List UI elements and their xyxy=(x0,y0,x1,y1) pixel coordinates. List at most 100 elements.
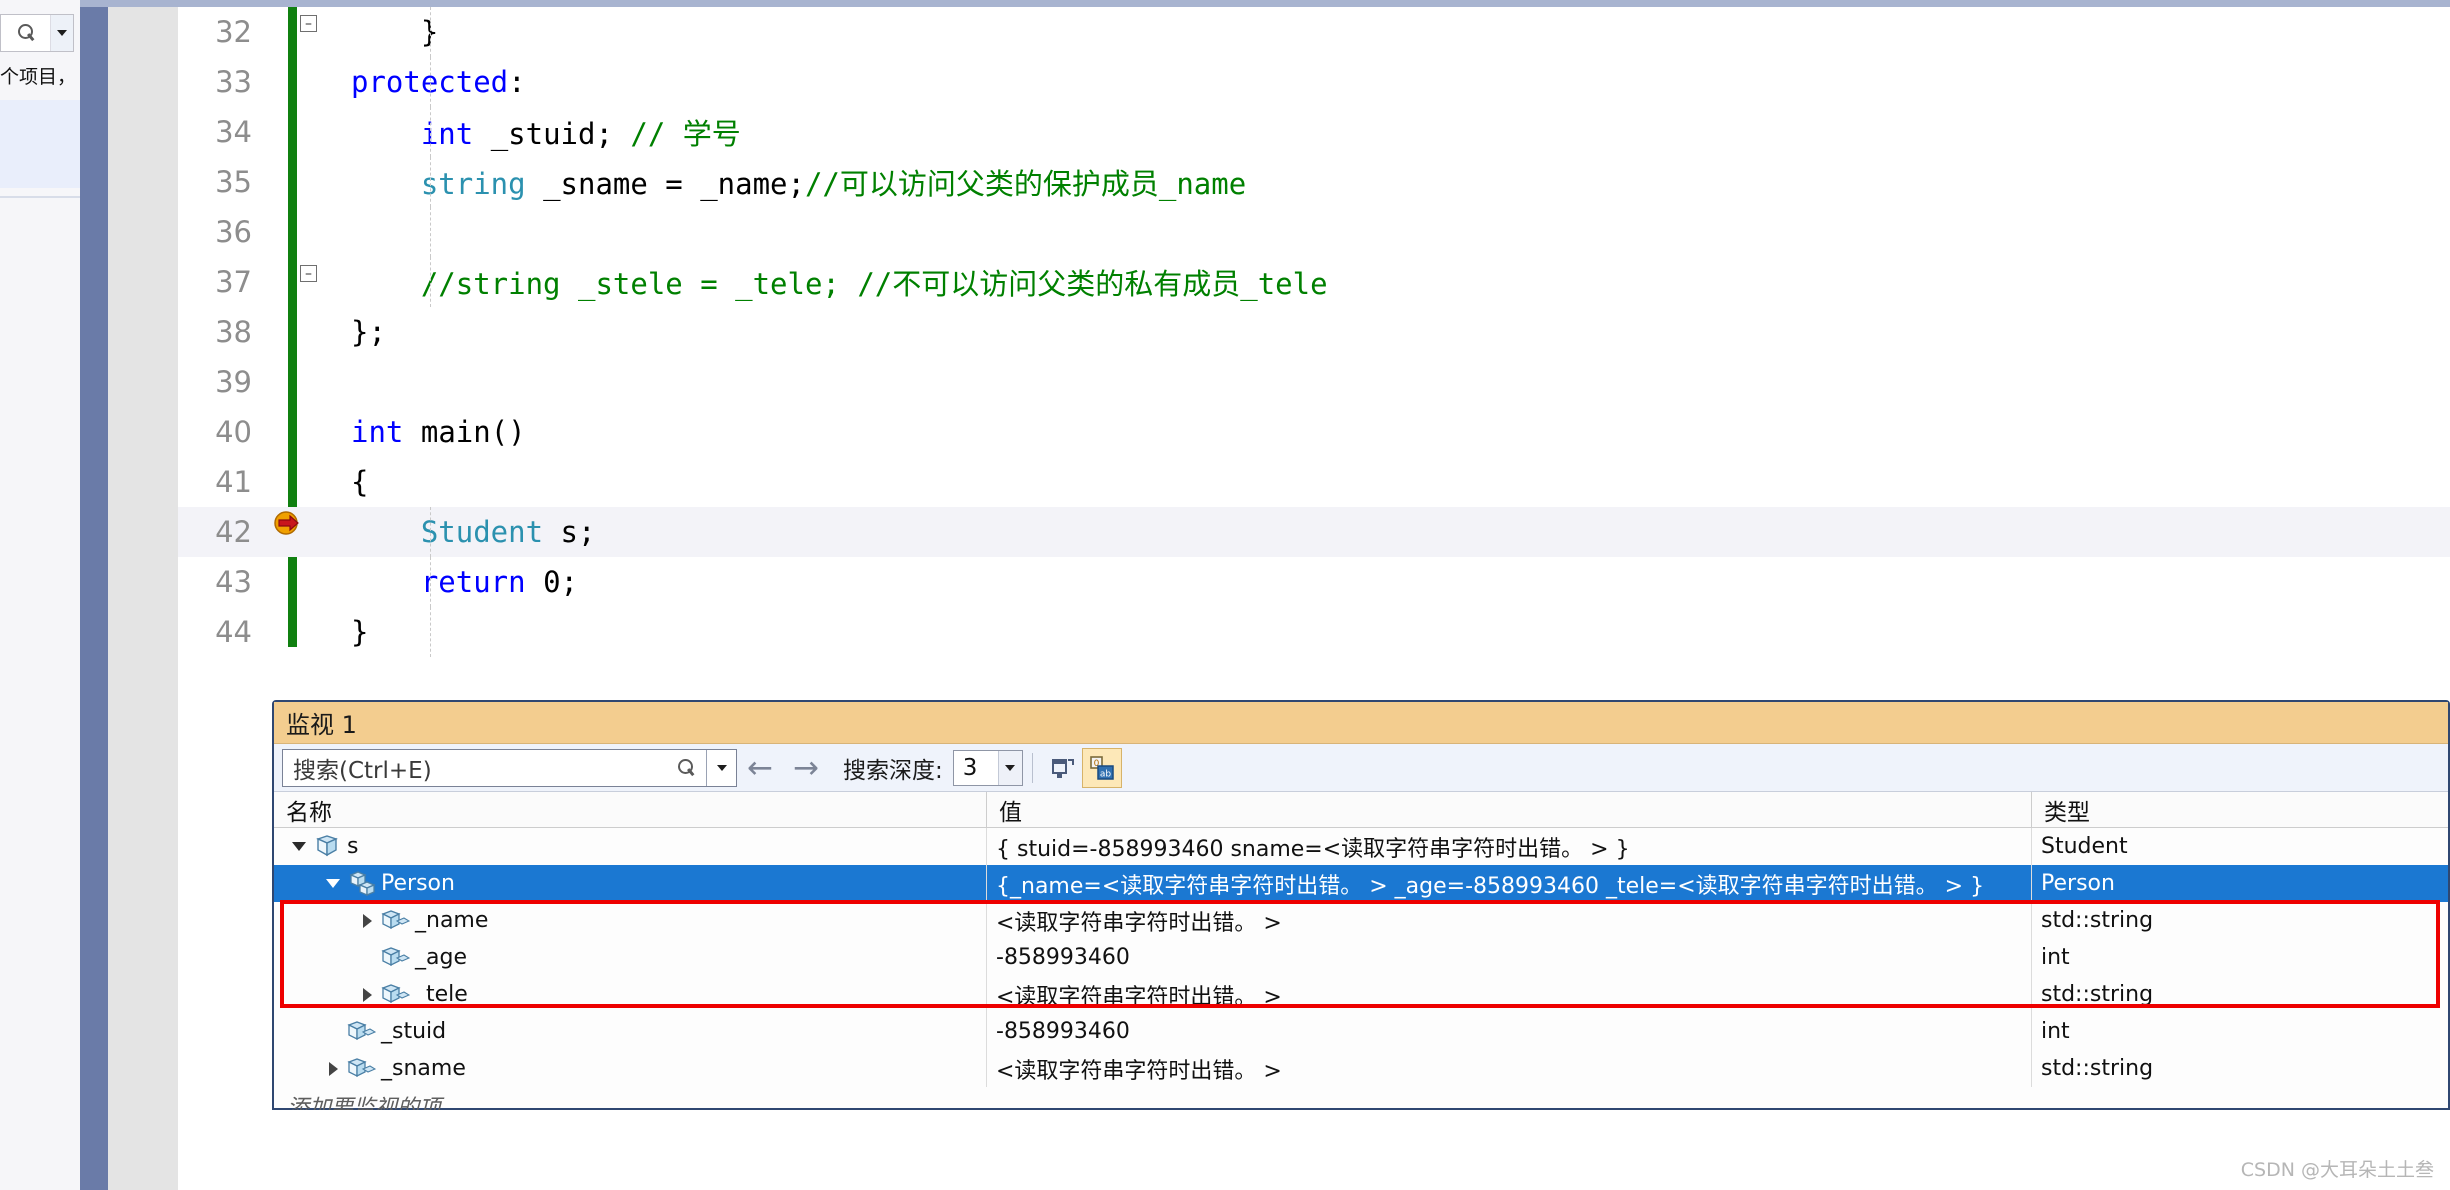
variable-value: <读取字符串字符时出错。 > xyxy=(996,1058,1282,1084)
indent-guide xyxy=(430,57,431,107)
search-input[interactable]: 搜索(Ctrl+E) xyxy=(283,751,666,785)
code-line-41[interactable]: 41 { xyxy=(178,457,2450,507)
code-text[interactable]: } xyxy=(351,615,368,649)
code-editor[interactable]: 32 } 33 protected: 34 int _stuid; // 学号 35 s… xyxy=(178,7,2450,667)
chevron-right-icon xyxy=(362,987,372,1002)
cell-type: std::string xyxy=(2032,902,2448,939)
code-line-36[interactable]: 36 xyxy=(178,207,2450,257)
watch-window[interactable]: 监视 1 搜索(Ctrl+E) ← → 搜索深度: 3 0 ab 名称 值 类型… xyxy=(272,700,2450,1121)
expander-collapse-icon[interactable] xyxy=(320,879,346,888)
code-line-40[interactable]: 40 int main() xyxy=(178,407,2450,457)
panel-separator-blue xyxy=(80,0,108,1190)
search-icon-button[interactable] xyxy=(666,758,706,777)
code-text[interactable]: return 0; xyxy=(351,565,578,599)
table-row[interactable]: _age -858993460 int xyxy=(274,939,2448,976)
code-line-39[interactable]: 39 xyxy=(178,357,2450,407)
variable-value: <读取字符串字符时出错。 > xyxy=(996,910,1282,936)
code-text[interactable]: Student s; xyxy=(351,515,596,549)
left-search-input[interactable] xyxy=(1,15,51,51)
cell-name[interactable]: s xyxy=(274,828,987,865)
search-options-dropdown[interactable] xyxy=(706,749,736,786)
watch-window-title: 监视 1 xyxy=(274,702,2448,744)
line-number: 44 xyxy=(215,615,252,649)
code-token-plain: s; xyxy=(543,515,596,549)
table-row[interactable]: s { stuid=-858993460 sname=<读取字符串字符时出错。 >… xyxy=(274,828,2448,865)
search-depth-select[interactable]: 3 xyxy=(952,749,1023,786)
column-header-value[interactable]: 值 xyxy=(987,792,2032,827)
cell-value[interactable]: -858993460 xyxy=(987,1013,2032,1050)
panel-separator-grey xyxy=(108,0,178,1190)
cell-type: int xyxy=(2032,1013,2448,1050)
variable-type: int xyxy=(2041,945,2070,970)
column-header-type[interactable]: 类型 xyxy=(2032,792,2448,827)
project-count-label: 个项目， xyxy=(0,66,77,88)
code-text[interactable]: }; xyxy=(351,315,386,349)
table-row[interactable]: _stuid -858993460 int xyxy=(274,1013,2448,1050)
variable-type: std::string xyxy=(2041,908,2154,933)
code-text[interactable]: } xyxy=(351,15,438,49)
cell-value[interactable]: {_name=<读取字符串字符时出错。 > _age=-858993460 _t… xyxy=(987,865,2032,902)
pin-tool-button[interactable] xyxy=(1042,748,1082,788)
line-number: 33 xyxy=(215,65,252,99)
expander-collapse-icon[interactable] xyxy=(286,842,312,851)
watch-toolbar[interactable]: 搜索(Ctrl+E) ← → 搜索深度: 3 0 ab xyxy=(274,744,2448,792)
search-depth-dropdown-button[interactable] xyxy=(997,750,1022,785)
table-row[interactable]: _tele <读取字符串字符时出错。 > std::string xyxy=(274,976,2448,1013)
left-search-box[interactable] xyxy=(0,14,74,52)
outline-fold-box-class[interactable]: – xyxy=(300,15,317,32)
cell-name[interactable]: Person xyxy=(274,865,987,902)
code-line-32[interactable]: 32 } xyxy=(178,7,2450,57)
variable-name: _stuid xyxy=(381,1019,447,1044)
code-line-35[interactable]: 35 string _sname = _name;//可以访问父类的保护成员_n… xyxy=(178,157,2450,207)
column-header-name[interactable]: 名称 xyxy=(274,792,987,827)
table-row[interactable]: _sname <读取字符串字符时出错。 > std::string xyxy=(274,1050,2448,1087)
code-line-43[interactable]: 43 return 0; xyxy=(178,557,2450,607)
code-text[interactable]: protected: xyxy=(351,65,526,99)
search-depth-value: 3 xyxy=(962,754,978,781)
cell-name[interactable]: _age xyxy=(274,939,987,976)
code-text[interactable]: { xyxy=(351,465,368,499)
search-prev-button[interactable]: ← xyxy=(737,748,783,788)
expander-expand-icon[interactable] xyxy=(354,987,380,1002)
cell-value[interactable]: { stuid=-858993460 sname=<读取字符串字符时出错。 > … xyxy=(987,828,2032,865)
cell-value[interactable]: <读取字符串字符时出错。 > xyxy=(987,1050,2032,1087)
cell-name[interactable]: _stuid xyxy=(274,1013,987,1050)
variable-name: _sname xyxy=(381,1056,466,1081)
expander-expand-icon[interactable] xyxy=(354,913,380,928)
code-token-kw: int xyxy=(351,415,404,449)
variable-value: -858993460 xyxy=(996,945,1130,970)
code-text[interactable]: int main() xyxy=(351,415,526,449)
search-next-button[interactable]: → xyxy=(783,748,829,788)
variable-value: {_name=<读取字符串字符时出错。 > _age=-858993460 _t… xyxy=(996,873,1985,899)
cell-name[interactable]: _tele xyxy=(274,976,987,1013)
hex-display-button[interactable]: 0 ab xyxy=(1081,747,1122,788)
code-token-cmt: //可以访问父类的保护成员_name xyxy=(804,167,1247,201)
table-row[interactable]: _name <读取字符串字符时出错。 > std::string xyxy=(274,902,2448,939)
code-line-37[interactable]: 37 //string _stele = _tele; //不可以访问父类的私有… xyxy=(178,257,2450,307)
line-number: 40 xyxy=(215,415,252,449)
cell-type: Person xyxy=(2032,865,2448,902)
expander-expand-icon[interactable] xyxy=(320,1061,346,1076)
cell-name[interactable]: _sname xyxy=(274,1050,987,1087)
code-text[interactable]: string _sname = _name;//可以访问父类的保护成员_name xyxy=(351,161,1246,203)
cell-value[interactable]: -858993460 xyxy=(987,939,2032,976)
code-line-42[interactable]: 42 Student s; xyxy=(178,507,2450,557)
code-line-44[interactable]: 44} xyxy=(178,607,2450,657)
cell-value[interactable]: <读取字符串字符时出错。 > xyxy=(987,902,2032,939)
cell-value[interactable]: <读取字符串字符时出错。 > xyxy=(987,976,2032,1013)
outline-fold-box-main[interactable]: – xyxy=(300,265,317,282)
watch-variable-grid[interactable]: 名称 值 类型 s { stuid=-858993460 sname=<读取字符串… xyxy=(274,792,2448,1124)
code-line-34[interactable]: 34 int _stuid; // 学号 xyxy=(178,107,2450,157)
search-dropdown-button[interactable] xyxy=(51,15,73,51)
code-text[interactable]: int _stuid; // 学号 xyxy=(351,111,741,153)
variable-name: _age xyxy=(415,945,467,970)
code-line-33[interactable]: 33 protected: xyxy=(178,57,2450,107)
code-line-38[interactable]: 38}; xyxy=(178,307,2450,357)
watch-search-box[interactable]: 搜索(Ctrl+E) xyxy=(282,748,737,787)
grid-body[interactable]: s { stuid=-858993460 sname=<读取字符串字符时出错。 >… xyxy=(274,828,2448,1087)
code-text[interactable]: //string _stele = _tele; //不可以访问父类的私有成员_… xyxy=(351,261,1328,303)
table-row[interactable]: Person {_name=<读取字符串字符时出错。 > _age=-858993… xyxy=(274,865,2448,902)
cell-name[interactable]: _name xyxy=(274,902,987,939)
